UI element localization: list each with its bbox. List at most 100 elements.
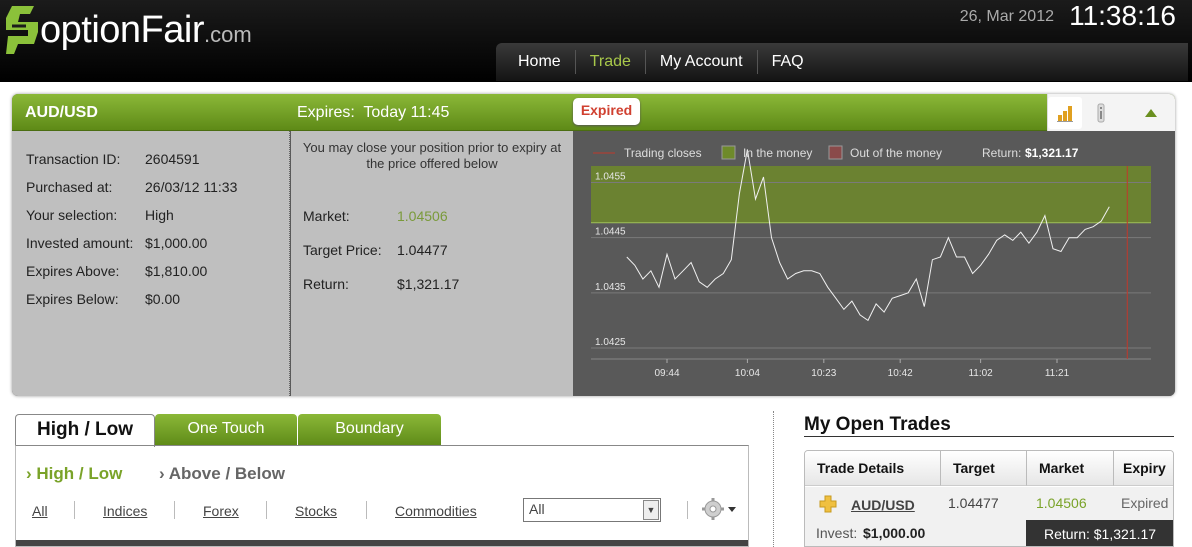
legend-out-money: Out of the money [850, 146, 942, 160]
subtab-above-below-label: Above / Below [168, 464, 285, 483]
detail-label: Your selection: [26, 207, 118, 223]
bar-chart-icon[interactable] [1048, 97, 1082, 129]
info-icon[interactable] [1084, 97, 1118, 129]
col-trade-details: Trade Details [805, 451, 941, 486]
market-value: 1.04506 [397, 208, 448, 224]
target-label: Target Price: [303, 242, 382, 258]
y-tick-label: 1.0445 [595, 227, 626, 238]
price-chart: 1.0455 1.0445 1.0435 1.0425 09:44 10:04 10:23 1… [573, 131, 1175, 396]
chart-return-value: $1,321.17 [1025, 146, 1079, 160]
option-type-tabs: High / Low One Touch Boundary [15, 414, 445, 447]
detail-value: High [145, 207, 174, 223]
x-tick-label: 09:44 [654, 368, 679, 379]
legend-in-money-swatch [721, 145, 736, 160]
current-date: 26, Mar 2012 [959, 8, 1054, 25]
filter-all[interactable]: All [32, 503, 48, 519]
expires-value: Today 11:45 [363, 104, 450, 121]
return-label: Return: [303, 276, 349, 292]
col-market: Market [1027, 451, 1114, 486]
x-tick-label: 10:42 [888, 368, 913, 379]
divider [266, 501, 267, 519]
divider [804, 436, 1174, 437]
nav-my-account[interactable]: My Account [646, 50, 758, 74]
close-note: You may close your position prior to exp… [302, 140, 562, 171]
return-value: $1,321.17 [397, 276, 460, 292]
detail-value: $1,000.00 [145, 235, 208, 251]
panel-toolbar [1047, 94, 1175, 131]
asset-select[interactable]: All ▼ [523, 498, 661, 522]
y-tick-label: 1.0435 [595, 282, 626, 293]
subtab-high-low-label: High / Low [36, 464, 123, 483]
detail-label: Transaction ID: [26, 151, 121, 167]
tab-high-low[interactable]: High / Low [15, 414, 155, 447]
divider [687, 501, 688, 519]
tab-boundary[interactable]: Boundary [298, 414, 441, 446]
invest-value: $1,000.00 [863, 525, 926, 541]
x-tick-label: 11:21 [1045, 368, 1070, 379]
divider [773, 411, 774, 547]
filter-stocks[interactable]: Stocks [295, 503, 337, 519]
logo-mark-icon [6, 6, 38, 54]
target-value: 1.04477 [397, 242, 448, 258]
divider [174, 501, 175, 519]
y-tick-label: 1.0455 [595, 172, 626, 183]
expires-label: Expires: [297, 104, 355, 121]
chevron-down-icon[interactable]: ▼ [643, 500, 659, 520]
detail-label: Purchased at: [26, 179, 113, 195]
table-header-strip [16, 540, 748, 546]
subtab-high-low[interactable]: › High / Low [26, 464, 122, 484]
header: optionFair .com 26, Mar 2012 11:38:16 Ho… [0, 0, 1192, 82]
trade-return: Return: $1,321.17 [1026, 520, 1173, 546]
col-expiry: Expiry [1114, 451, 1173, 486]
divider [74, 501, 75, 519]
close-position-info: You may close your position prior to exp… [291, 131, 573, 396]
x-tick-label: 10:23 [811, 368, 836, 379]
filter-indices[interactable]: Indices [103, 503, 147, 519]
detail-label: Expires Below: [26, 291, 119, 307]
x-tick-label: 10:04 [735, 368, 760, 379]
trade-expiry: Expired [1121, 495, 1169, 511]
open-trades-table: Trade Details Target Market Expiry AUD/U… [804, 450, 1174, 547]
trade-expiry: Expires: Today 11:45 [297, 104, 449, 122]
detail-value: 26/03/12 11:33 [145, 179, 238, 195]
chart-return-label: Return: [982, 146, 1021, 160]
y-tick-label: 1.0425 [595, 337, 626, 348]
col-target: Target [941, 451, 1027, 486]
filter-commodities[interactable]: Commodities [395, 503, 477, 519]
transaction-details: Transaction ID: 2604591 Purchased at: 26… [12, 131, 290, 396]
open-trades-title: My Open Trades [804, 414, 951, 435]
logo-text: optionFair [40, 8, 204, 51]
main-nav: Home Trade My Account FAQ [496, 43, 1188, 81]
in-the-money-band [591, 166, 1151, 223]
gear-icon[interactable] [702, 497, 742, 524]
trade-panel-header: AUD/USD Expires: Today 11:45 Expired [12, 94, 1175, 131]
detail-value: $1,810.00 [145, 263, 208, 279]
subtab-above-below[interactable]: › Above / Below [159, 464, 285, 484]
tab-one-touch[interactable]: One Touch [155, 414, 297, 446]
status-badge: Expired [573, 98, 640, 125]
nav-faq[interactable]: FAQ [758, 50, 818, 74]
asset-select-value: All [529, 501, 545, 517]
logo-suffix: .com [203, 22, 252, 47]
current-time: 11:38:16 [1069, 0, 1176, 31]
trade-panel: AUD/USD Expires: Today 11:45 Expired Tra… [12, 94, 1175, 396]
detail-value: $0.00 [145, 291, 181, 307]
legend-trading-closes: Trading closes [624, 146, 702, 160]
invest-label: Invest: [816, 525, 858, 541]
x-tick-label: 11:02 [968, 368, 993, 379]
detail-label: Invested amount: [26, 235, 134, 251]
trade-pair-link[interactable]: AUD/USD [851, 497, 915, 513]
nav-trade[interactable]: Trade [576, 50, 646, 74]
nav-home[interactable]: Home [504, 50, 576, 74]
collapse-up-icon[interactable] [1126, 97, 1175, 129]
asset-browser: › High / Low › Above / Below All Indices… [15, 445, 749, 547]
trade-market: 1.04506 [1036, 495, 1087, 511]
expand-plus-icon[interactable] [819, 495, 837, 516]
logo[interactable]: optionFair .com [4, 2, 252, 58]
legend-in-money: In the money [743, 146, 812, 160]
detail-value: 2604591 [145, 151, 200, 167]
filter-forex[interactable]: Forex [203, 503, 239, 519]
price-chart-svg: 1.0455 1.0445 1.0435 1.0425 09:44 10:04 10:23 1… [591, 145, 1151, 379]
asset-filters: All Indices Forex Stocks Commodities All… [16, 498, 748, 523]
detail-label: Expires Above: [26, 263, 120, 279]
